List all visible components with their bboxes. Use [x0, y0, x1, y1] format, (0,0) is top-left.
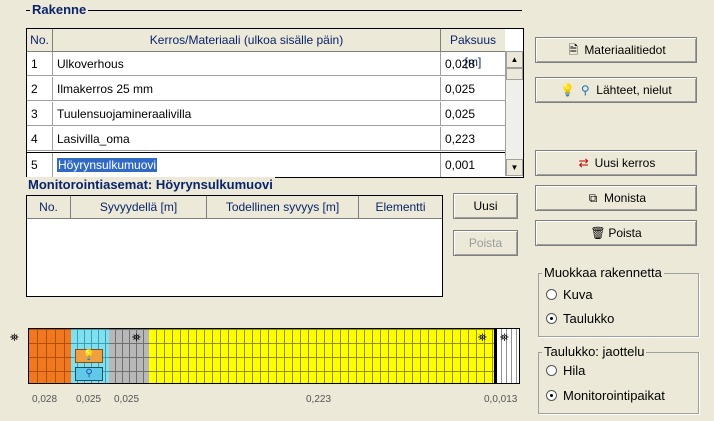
source-marker: 💡 [75, 349, 103, 363]
row-material-edit[interactable]: Höyrynsulkumuovi [53, 153, 441, 177]
document-icon: 🗎 [568, 43, 579, 57]
scroll-up-icon[interactable]: ▲ [506, 51, 523, 68]
scale-label: 0,025 [76, 394, 102, 405]
row-no: 2 [27, 77, 53, 101]
row-no: 3 [27, 102, 53, 126]
row-thickness[interactable]: 0,028 [441, 52, 505, 76]
division-hila-radio[interactable]: Hila [546, 363, 585, 378]
edit-mode-title: Muokkaa rakennetta [542, 265, 664, 280]
materials-button-label: Materiaalitiedot [584, 43, 666, 57]
scroll-down-icon[interactable]: ▼ [506, 159, 523, 176]
division-monitor-radio[interactable]: Monitorointipaikat [546, 388, 665, 403]
row-thickness[interactable]: 0,025 [441, 102, 505, 126]
probe-icon[interactable]: ⛯ [478, 332, 487, 345]
sources-button[interactable]: 💡 ⚲ Lähteet, nielut [535, 77, 697, 103]
delete-button[interactable]: 🗑 Poista [535, 220, 697, 246]
col-material[interactable]: Kerros/Materiaali (ulkoa sisälle päin) [53, 29, 441, 51]
structure-diagram[interactable]: 💡 ⚲ [28, 328, 520, 384]
layers-table[interactable]: No. Kerros/Materiaali (ulkoa sisälle päi… [26, 28, 524, 178]
monitor-title: Monitorointiasemat: Höyrynsulkumuovi [26, 177, 275, 192]
lightbulb-icon: 💡 [560, 83, 576, 97]
table-row[interactable]: 4 Lasivilla_oma 0,223 [27, 127, 505, 151]
layer-glass-wool[interactable] [149, 329, 494, 383]
row-material[interactable]: Lasivilla_oma [53, 127, 441, 151]
radio-off-icon [546, 365, 557, 376]
row-no: 1 [27, 52, 53, 76]
probe-icon[interactable]: ⛯ [500, 332, 509, 345]
row-material[interactable]: Ulkoverhous [53, 52, 441, 76]
edit-mode-group [538, 273, 699, 337]
division-monitor-label: Monitorointipaikat [563, 388, 665, 403]
table-division-title: Taulukko: jaottelu [542, 344, 647, 359]
monitor-table[interactable]: No. Syvyydellä [m] Todellinen syvyys [m]… [26, 195, 443, 297]
radio-on-icon [546, 313, 557, 324]
layers-table-header: No. Kerros/Materiaali (ulkoa sisälle päi… [27, 29, 505, 69]
layer-outer-cladding[interactable] [29, 329, 71, 383]
new-layer-button[interactable]: ⇄ Uusi kerros [535, 150, 697, 176]
edit-mode-taulukko-radio[interactable]: Taulukko [546, 311, 614, 326]
edit-mode-taulukko-label: Taulukko [563, 311, 615, 326]
table-row-selected[interactable]: 5 Höyrynsulkumuovi 0,001 [27, 152, 505, 177]
row-thickness[interactable]: 0,025 [441, 77, 505, 101]
scale-label: 0,223 [306, 394, 332, 405]
insert-row-icon: ⇄ [578, 156, 589, 170]
row-no: 5 [27, 153, 53, 177]
col-element[interactable]: Elementti [359, 196, 442, 218]
new-layer-button-label: Uusi kerros [594, 156, 656, 170]
table-division-group [538, 352, 699, 414]
row-no: 4 [27, 127, 53, 151]
row-thickness[interactable]: 0,001 [441, 153, 505, 177]
radio-on-icon [546, 390, 557, 401]
rakenne-title: Rakenne [30, 2, 89, 17]
duplicate-button[interactable]: ⧉ Monista [535, 185, 697, 211]
sink-marker: ⚲ [75, 367, 103, 381]
materials-button[interactable]: 🗎 Materiaalitiedot [535, 37, 697, 63]
copy-icon: ⧉ [588, 191, 598, 205]
delete-button-label: Poista [608, 226, 642, 240]
sources-button-label: Lähteet, nielut [596, 83, 672, 97]
monitor-table-header: No. Syvyydellä [m] Todellinen syvyys [m]… [27, 196, 442, 219]
col-real-depth[interactable]: Todellinen syvyys [m] [207, 196, 359, 218]
layers-scrollbar[interactable]: ▲ ▼ [505, 51, 523, 176]
table-row[interactable]: 1 Ulkoverhous 0,028 [27, 52, 505, 76]
scale-label: 0,028 [32, 394, 58, 405]
duplicate-button-label: Monista [603, 191, 647, 205]
col-no[interactable]: No. [27, 29, 53, 51]
col-no[interactable]: No. [27, 196, 71, 218]
probe-icon[interactable]: ⛯ [132, 332, 141, 345]
row-material[interactable]: Ilmakerros 25 mm [53, 77, 441, 101]
table-row[interactable]: 3 Tuulensuojamineraalivilla 0,025 [27, 102, 505, 126]
radio-off-icon [546, 289, 557, 300]
division-hila-label: Hila [563, 363, 586, 378]
layer-air-gap[interactable]: 💡 ⚲ [71, 329, 109, 383]
table-row[interactable]: 2 Ilmakerros 25 mm 0,025 [27, 77, 505, 101]
row-material[interactable]: Tuulensuojamineraalivilla [53, 102, 441, 126]
row-material-selection: Höyrynsulkumuovi [57, 158, 158, 172]
edit-mode-kuva-radio[interactable]: Kuva [546, 287, 593, 302]
scroll-thumb[interactable] [506, 68, 523, 80]
probe-icon[interactable]: ⛯ [10, 332, 19, 345]
scale-label: 0,025 [114, 394, 140, 405]
trash-icon: 🗑 [590, 226, 606, 240]
monitor-new-button[interactable]: Uusi [453, 193, 518, 219]
edit-mode-kuva-label: Kuva [563, 287, 593, 302]
row-thickness[interactable]: 0,223 [441, 127, 505, 151]
monitor-delete-button[interactable]: Poista [453, 230, 518, 256]
tap-icon: ⚲ [580, 83, 590, 97]
col-thickness[interactable]: Paksuus [m] [441, 29, 505, 69]
col-depth[interactable]: Syvyydellä [m] [71, 196, 207, 218]
scale-label: 0,0,013 [484, 394, 518, 405]
layer-wind-barrier[interactable] [109, 329, 149, 383]
